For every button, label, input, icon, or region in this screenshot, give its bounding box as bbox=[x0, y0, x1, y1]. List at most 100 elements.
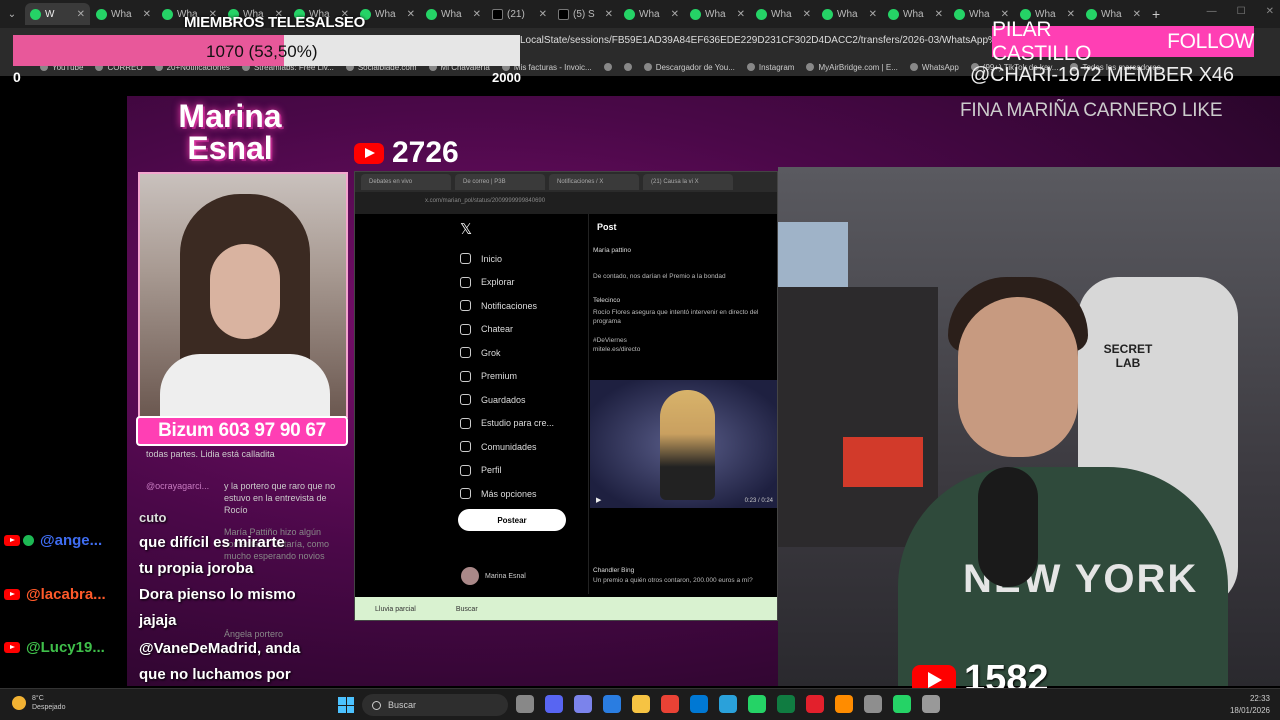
chat-username[interactable]: @ange... bbox=[40, 532, 102, 549]
browser-tab[interactable]: Wha ✕ bbox=[883, 3, 948, 25]
taskbar-app-icon[interactable] bbox=[690, 695, 708, 713]
chat-message: tu propia joroba bbox=[139, 560, 254, 577]
chat-message: @VaneDeMadrid, anda bbox=[139, 640, 301, 657]
taskbar-app-icon[interactable] bbox=[777, 695, 795, 713]
x-taskbar-search: Buscar bbox=[455, 605, 478, 613]
shared-x-screenshot: Debates en vivo De correo | P3B Notificaci… bbox=[354, 171, 778, 621]
x-browser-tabs: Debates en vivo De correo | P3B Notificaci… bbox=[355, 172, 777, 192]
members-goal-max: 2000 bbox=[492, 70, 521, 85]
bookmark-item[interactable] bbox=[623, 63, 632, 71]
taskbar-search[interactable]: Buscar bbox=[362, 694, 508, 716]
x-post-video: ▶ 0:23 / 0:24 bbox=[590, 380, 777, 508]
x-nav-item: Estudio para cre... bbox=[460, 412, 580, 436]
weather-widget[interactable]: 8°C Despejado bbox=[12, 694, 65, 712]
maximize-button[interactable]: ☐ bbox=[1237, 6, 1246, 17]
browser-tab[interactable]: Wha ✕ bbox=[421, 3, 486, 25]
close-icon[interactable]: ✕ bbox=[869, 9, 877, 20]
x-quoted-text: Rocío Flores asegura que intentó interve… bbox=[593, 309, 759, 325]
taskbar-app-icon[interactable] bbox=[835, 695, 853, 713]
bookmark-item[interactable]: MyAirBridge.com | E... bbox=[806, 63, 898, 72]
whatsapp-favicon-icon bbox=[888, 8, 899, 20]
browser-tab-label: Wha bbox=[837, 8, 858, 20]
close-icon[interactable]: ✕ bbox=[803, 9, 811, 20]
browser-tab-label: Wha bbox=[441, 8, 462, 20]
taskbar-app-icon[interactable] bbox=[603, 695, 621, 713]
system-clock[interactable]: 22:33 18/01/2026 bbox=[1230, 693, 1270, 717]
bookmark-favicon-icon bbox=[806, 63, 815, 71]
x-account-avatar bbox=[461, 567, 479, 585]
chat-message: Dora pienso lo mismo bbox=[139, 586, 296, 603]
whatsapp-favicon-icon bbox=[96, 8, 107, 20]
taskbar-app-icon[interactable] bbox=[719, 695, 737, 713]
x-account: Marina Esnal bbox=[461, 567, 526, 585]
close-icon[interactable]: ✕ bbox=[407, 9, 415, 20]
like-alert: FINA MARIÑA CARNERO LIKE bbox=[960, 100, 1223, 121]
bookmark-item[interactable]: Descargador de You... bbox=[643, 62, 735, 72]
x-screenshot-taskbar: Lluvia parcial Buscar bbox=[355, 597, 777, 620]
minimize-button[interactable]: — bbox=[1207, 6, 1217, 17]
guest-chat-handle: @ocrayagarci... bbox=[146, 481, 210, 491]
bookmark-favicon-icon bbox=[643, 63, 652, 71]
bookmark-item[interactable] bbox=[603, 63, 612, 71]
close-icon[interactable]: ✕ bbox=[539, 9, 547, 20]
x-nav-icon bbox=[460, 300, 471, 312]
browser-tab[interactable]: (21) ✕ bbox=[487, 3, 552, 25]
taskbar-search-label: Buscar bbox=[388, 700, 417, 710]
taskbar-app-icon[interactable] bbox=[516, 695, 534, 713]
x-nav-label: Comunidades bbox=[481, 441, 537, 452]
bookmark-item[interactable]: Instagram bbox=[746, 63, 794, 72]
close-icon[interactable]: ✕ bbox=[671, 9, 679, 20]
close-icon[interactable]: ✕ bbox=[605, 9, 613, 20]
close-icon[interactable]: ✕ bbox=[737, 9, 745, 20]
youtube-icon bbox=[4, 535, 20, 546]
bookmark-favicon-icon bbox=[746, 63, 755, 71]
x-nav-label: Perfil bbox=[481, 465, 502, 476]
close-icon[interactable]: ✕ bbox=[473, 9, 481, 20]
taskbar-app-icon[interactable] bbox=[661, 695, 679, 713]
chat-user-row: @lacabra... bbox=[4, 586, 106, 603]
taskbar-app-icon[interactable] bbox=[806, 695, 824, 713]
browser-tab[interactable]: Wha ✕ bbox=[751, 3, 816, 25]
chat-username[interactable]: @lacabra... bbox=[26, 586, 106, 603]
new-tab-button[interactable]: + bbox=[1152, 6, 1160, 22]
browser-tab[interactable]: Wha ✕ bbox=[817, 3, 882, 25]
close-icon[interactable]: ✕ bbox=[77, 9, 85, 20]
microphone bbox=[978, 467, 1038, 587]
x-nav-icon bbox=[460, 253, 471, 265]
close-icon[interactable]: ✕ bbox=[935, 9, 943, 20]
taskbar-app-icon[interactable] bbox=[893, 695, 911, 713]
browser-tab[interactable]: (5) S ✕ bbox=[553, 3, 618, 25]
whatsapp-favicon-icon bbox=[426, 8, 437, 20]
taskbar-app-icon[interactable] bbox=[922, 695, 940, 713]
address-bar[interactable]: LocalState/sessions/FB59E1AD39A84EF636ED… bbox=[520, 35, 1048, 46]
browser-tab[interactable]: Wha ✕ bbox=[685, 3, 750, 25]
chat-username[interactable]: @Lucy19... bbox=[26, 639, 105, 656]
close-window-button[interactable]: ✕ bbox=[1266, 6, 1274, 17]
tab-search-button[interactable]: ⌄ bbox=[0, 9, 24, 20]
taskbar-app-icon[interactable] bbox=[748, 695, 766, 713]
taskbar-apps bbox=[516, 695, 940, 713]
chat-message: que no luchamos por bbox=[139, 666, 291, 683]
chat-user-row: @Lucy19... bbox=[4, 639, 105, 656]
weather-desc: Despejado bbox=[32, 704, 66, 711]
member-alert: @CHARI-1972 MEMBER X46 bbox=[970, 64, 1234, 86]
bookmark-label: Descargador de You... bbox=[655, 62, 735, 72]
bookmark-item[interactable]: WhatsApp bbox=[909, 63, 959, 72]
close-icon[interactable]: ✕ bbox=[143, 9, 151, 20]
guest-face bbox=[210, 244, 280, 339]
windows-start-icon[interactable] bbox=[338, 697, 354, 713]
x-quoted-author: Telecinco bbox=[593, 297, 621, 304]
chat-message: cuto bbox=[139, 510, 167, 525]
browser-tab[interactable]: Wha ✕ bbox=[91, 3, 156, 25]
chat-message: jajaja bbox=[139, 612, 177, 629]
taskbar-app-icon[interactable] bbox=[545, 695, 563, 713]
x-logo-icon: 𝕏 bbox=[460, 221, 473, 238]
browser-tab[interactable]: W ✕ bbox=[25, 3, 90, 25]
follow-alert: PILAR CASTILLO FOLLOW bbox=[992, 18, 1254, 65]
browser-tab[interactable]: Wha ✕ bbox=[619, 3, 684, 25]
guest-logo-line1: Marina bbox=[178, 98, 282, 134]
taskbar-app-icon[interactable] bbox=[864, 695, 882, 713]
taskbar-app-icon[interactable] bbox=[574, 695, 592, 713]
taskbar-app-icon[interactable] bbox=[632, 695, 650, 713]
chat-platform-icons bbox=[4, 535, 34, 546]
